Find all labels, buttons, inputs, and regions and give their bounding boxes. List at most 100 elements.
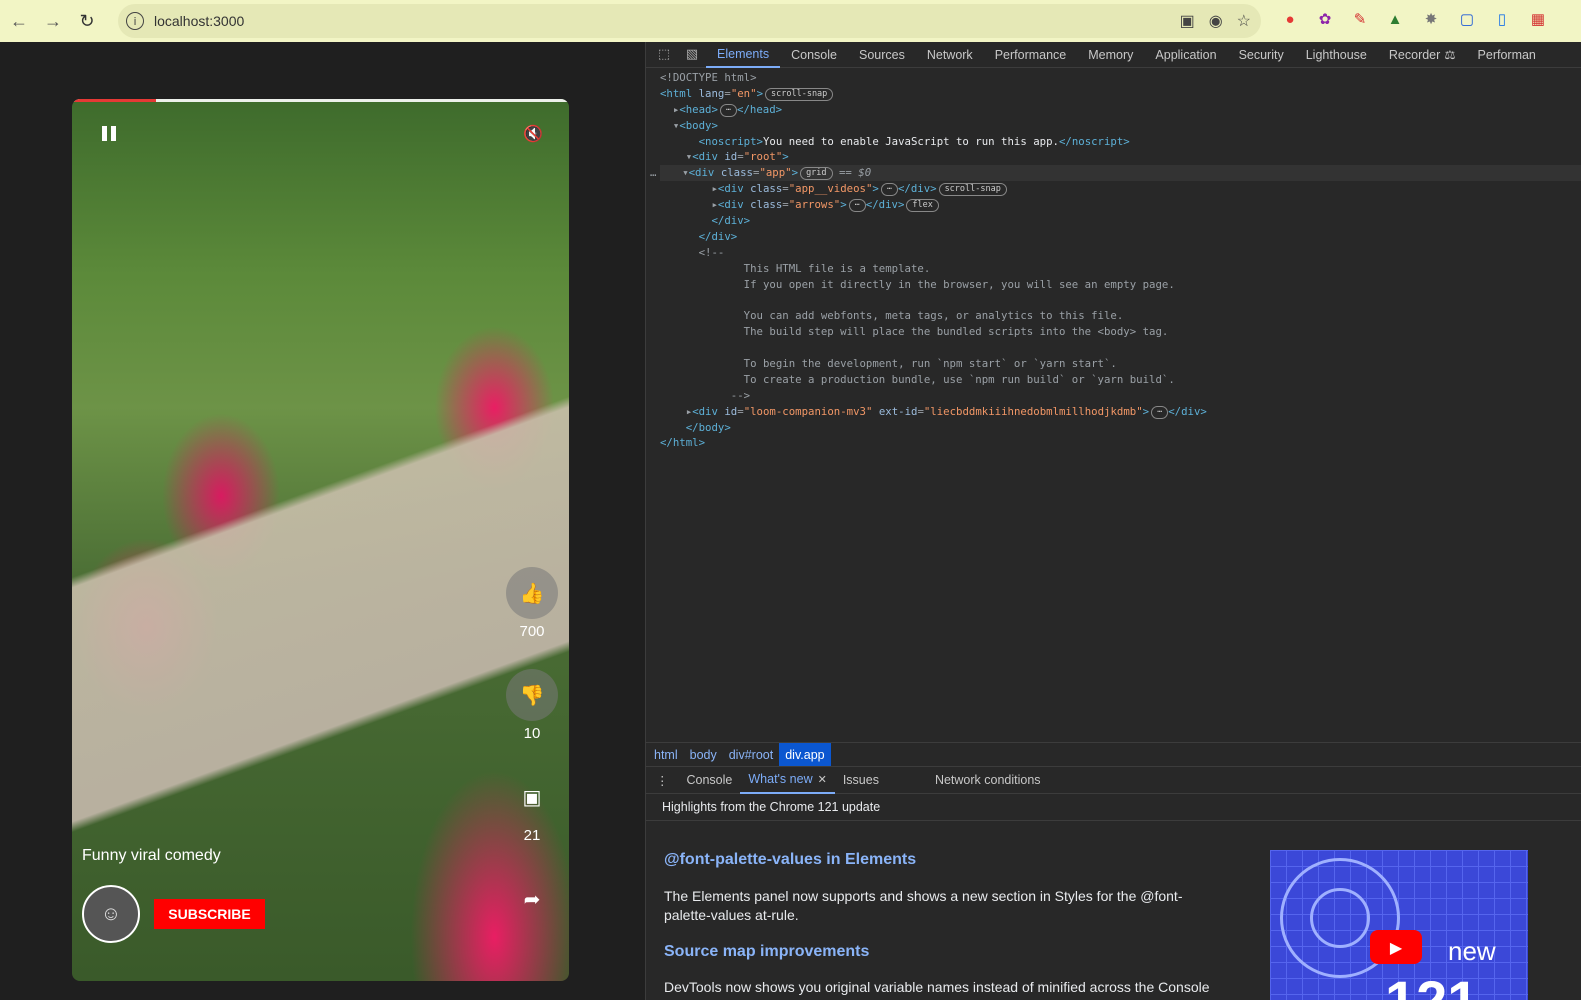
mute-icon[interactable]: 🔇 (523, 124, 543, 143)
puzzle-extension-icon[interactable]: ▦ (1528, 8, 1548, 30)
color-wheel-extension-icon[interactable]: ● (1280, 8, 1300, 30)
comment-open: <!-- (698, 245, 725, 259)
bookmark-star-icon[interactable]: ☆ (1237, 11, 1251, 31)
video-progress-bar[interactable] (72, 99, 569, 102)
crumb-div-root[interactable]: div#root (723, 743, 779, 767)
dom-line[interactable]: </html> (660, 435, 1581, 451)
eye-off-icon[interactable]: ◉ (1209, 11, 1223, 31)
div-close-tag: </div> (711, 214, 751, 228)
tab-network[interactable]: Network (916, 42, 984, 68)
pen-extension-icon[interactable]: ✎ (1350, 8, 1370, 30)
tab-console[interactable]: Console (780, 42, 848, 68)
dom-line[interactable]: --> (660, 388, 1581, 404)
tab-memory[interactable]: Memory (1077, 42, 1144, 68)
dom-line-selected[interactable]: … ▾<div class="app"> grid == $0 (650, 165, 1581, 182)
dislike-count: 10 (523, 725, 541, 742)
b-extension-icon[interactable]: ▢ (1457, 8, 1477, 30)
noscript-text: You need to enable JavaScript to run thi… (762, 134, 1059, 148)
flex-badge[interactable]: flex (906, 199, 939, 213)
tab-lighthouse[interactable]: Lighthouse (1295, 42, 1378, 68)
dom-line[interactable]: </body> (660, 420, 1581, 436)
dom-line[interactable]: ▸<div id="loom-companion-mv3" ext-id="li… (660, 404, 1581, 420)
drawer-tab-issues[interactable]: Issues (835, 767, 887, 794)
install-app-icon[interactable]: ▣ (1180, 11, 1195, 31)
drawer-menu-icon[interactable]: ⋮ (646, 767, 679, 794)
dom-line[interactable]: ▸<div class="arrows"> ⋯ </div> flex (660, 197, 1581, 213)
tree-extension-icon[interactable]: ▲ (1385, 8, 1405, 30)
flower-extension-icon[interactable]: ✿ (1315, 8, 1335, 30)
whats-new-heading-1[interactable]: @font-palette-values in Elements (664, 851, 916, 869)
whats-new-video-thumbnail[interactable]: ▶ new 121 (1270, 850, 1528, 1000)
head-close-tag: </head> (737, 102, 783, 116)
tab-performance-insights[interactable]: Performan (1467, 42, 1547, 68)
tab-recorder-label: Recorder (1388, 47, 1441, 62)
dom-line[interactable]: ▸<div class="app__videos"> ⋯ </div> scroll-… (660, 181, 1581, 197)
tab-elements[interactable]: Elements (706, 42, 781, 68)
drawer-tab-console[interactable]: Console (679, 767, 741, 794)
tab-application[interactable]: Application (1144, 42, 1227, 68)
site-info-icon[interactable]: i (126, 12, 144, 30)
dom-line[interactable]: </div> (660, 229, 1581, 245)
youtube-play-icon[interactable]: ▶ (1370, 930, 1422, 964)
ellipsis-icon[interactable]: ⋯ (848, 199, 866, 213)
div-tag: <div (692, 404, 718, 418)
pause-icon[interactable] (102, 126, 118, 142)
address-bar[interactable]: i localhost:3000 ▣ ◉ ☆ (118, 4, 1261, 38)
devtools-tab-bar: ⬚ ▧ Elements Console Sources Network Per… (646, 42, 1581, 68)
ellipsis-icon[interactable]: ⋯ (880, 183, 898, 197)
ellipsis-icon[interactable]: ⋯ (1151, 405, 1169, 419)
dom-line[interactable]: ▾<body> (660, 118, 1581, 134)
selected-marker: == $0 (838, 166, 872, 180)
forward-icon[interactable]: → (36, 4, 70, 38)
comment-button[interactable]: ▣ (506, 771, 558, 823)
comment-text: The build step will place the bundled sc… (743, 325, 1169, 339)
close-icon[interactable]: ✕ (818, 773, 827, 786)
tab-security[interactable]: Security (1228, 42, 1295, 68)
div-close-tag: </div> (1168, 404, 1207, 418)
tab-performance[interactable]: Performance (984, 42, 1078, 68)
dislike-button[interactable]: 👎 (506, 669, 558, 721)
subscribe-button[interactable]: SUBSCRIBE (154, 899, 265, 929)
more-options-icon[interactable]: … (650, 166, 656, 179)
dom-line[interactable]: <noscript>You need to enable JavaScript … (660, 134, 1581, 150)
video-actions: 👍 700 👎 10 ▣ 21 ➦ (506, 567, 558, 925)
device-toolbar-icon[interactable]: ▧ (678, 47, 706, 62)
crumb-html[interactable]: html (648, 743, 684, 767)
dom-line[interactable]: <!DOCTYPE html> (660, 70, 1581, 86)
div-close-tag: </div> (897, 182, 937, 196)
drawer-tab-whats-new[interactable]: What's new ✕ (740, 767, 835, 794)
drawer-tab-network-conditions[interactable]: Network conditions (927, 767, 1049, 794)
dom-line[interactable]: </div> (660, 213, 1581, 229)
channel-avatar[interactable]: ☺ (82, 885, 140, 943)
back-icon[interactable]: ← (2, 4, 36, 38)
tab-recorder[interactable]: Recorder ⚖ (1378, 42, 1467, 68)
div-tag: <div (717, 198, 744, 212)
scroll-snap-badge[interactable]: scroll-snap (765, 87, 834, 101)
scroll-snap-badge[interactable]: scroll-snap (938, 183, 1007, 197)
comment-text: This HTML file is a template. (743, 261, 931, 275)
dom-line[interactable]: <html lang="en"> scroll-snap (660, 86, 1581, 102)
grid-badge[interactable]: grid (800, 167, 833, 181)
crumb-body[interactable]: body (684, 743, 723, 767)
like-button[interactable]: 👍 (506, 567, 558, 619)
whats-new-heading-2[interactable]: Source map improvements (664, 943, 869, 961)
div-tag: <div (692, 150, 718, 164)
dom-line[interactable]: ▸<head> ⋯ </head> (660, 102, 1581, 118)
ellipsis-icon[interactable]: ⋯ (719, 103, 738, 117)
crumb-div-app[interactable]: div.app (779, 742, 831, 767)
body-tag: <body> (679, 118, 718, 132)
dom-breadcrumb: html body div#root div.app (646, 742, 1581, 767)
url-text[interactable]: localhost:3000 (154, 13, 244, 29)
video-player[interactable]: 🔇 👍 700 👎 10 ▣ 21 ➦ Funny viral comedy ☺… (72, 99, 569, 981)
comment-text: You can add webfonts, meta tags, or anal… (743, 309, 1124, 323)
dom-line[interactable]: ▾<div id="root"> (660, 149, 1581, 165)
share-button[interactable]: ➦ (506, 873, 558, 925)
reload-icon[interactable]: ↻ (70, 4, 104, 38)
bug-extension-icon[interactable]: ✸ (1421, 8, 1441, 30)
inspect-element-icon[interactable]: ⬚ (650, 47, 678, 62)
tab-sources[interactable]: Sources (848, 42, 916, 68)
document-extension-icon[interactable]: ▯ (1492, 8, 1512, 30)
like-count: 700 (519, 623, 545, 640)
dom-line[interactable]: <!-- (660, 245, 1581, 261)
noscript-close-tag: </noscript> (1058, 134, 1130, 148)
